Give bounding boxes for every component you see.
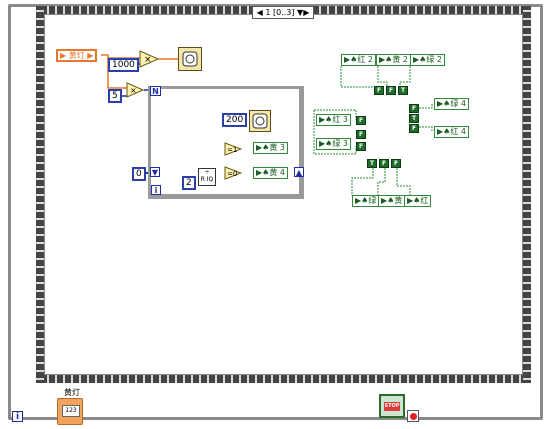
bool-false-7[interactable]: F — [379, 159, 389, 168]
bool-false-2[interactable]: F — [386, 86, 396, 95]
shift-register-right: ▲ — [294, 167, 304, 177]
multiply-icon[interactable]: × — [139, 50, 159, 68]
property-green[interactable]: ▶♠绿 — [352, 195, 380, 207]
bool-false-4b[interactable]: F — [356, 142, 366, 151]
numeric-display: 123 — [62, 405, 80, 417]
constant-5[interactable]: 5 — [108, 89, 122, 103]
stop-button[interactable]: STOP — [379, 394, 405, 418]
for-loop-index-terminal: i — [151, 185, 161, 195]
equal-1-icon[interactable]: =1 — [224, 142, 242, 156]
wire-layer — [101, 54, 433, 196]
svg-text:=1: =1 — [227, 146, 237, 154]
light-control-label: 黄灯 — [64, 388, 80, 397]
bool-true-2[interactable]: T — [409, 114, 419, 123]
bool-false-8[interactable]: F — [391, 159, 401, 168]
property-red[interactable]: ▶♠红 — [404, 195, 432, 207]
wait-ms-icon[interactable] — [178, 47, 202, 71]
bool-false-5[interactable]: F — [409, 104, 419, 113]
loop-condition-terminal[interactable] — [407, 410, 419, 422]
bool-false-3[interactable]: F — [356, 116, 366, 125]
property-green-4[interactable]: ▶♠绿 4 — [434, 98, 469, 110]
property-red-2[interactable]: ▶♠红 2 — [341, 54, 376, 66]
property-yellow-3[interactable]: ▶♠黄 3 — [253, 142, 288, 154]
wait-ms-icon-2[interactable] — [249, 110, 271, 132]
constant-200[interactable]: 200 — [222, 113, 248, 127]
stop-button-label: STOP — [384, 402, 400, 411]
equal-0-icon[interactable]: =0 — [224, 166, 242, 180]
light-reference-node[interactable]: ▶ 黄灯 ▶ — [56, 49, 98, 62]
bool-true-1[interactable]: T — [398, 86, 408, 95]
property-green-3[interactable]: ▶♠绿 3 — [316, 138, 351, 150]
bool-false-4[interactable]: F — [356, 130, 366, 139]
stop-if-true-icon — [410, 413, 417, 420]
svg-text:=0: =0 — [227, 170, 237, 178]
property-yellow[interactable]: ▶♠黄 — [378, 195, 406, 207]
light-numeric-control[interactable]: 123 — [57, 398, 83, 425]
property-yellow-4[interactable]: ▶♠黄 4 — [253, 167, 288, 179]
bool-true-3[interactable]: T — [367, 159, 377, 168]
for-loop-count-terminal[interactable]: N — [150, 86, 161, 96]
multiply-icon-2[interactable]: × — [126, 82, 144, 98]
bool-false-1[interactable]: F — [374, 86, 384, 95]
property-red-3[interactable]: ▶♠红 3 — [316, 114, 351, 126]
svg-text:×: × — [144, 55, 152, 65]
bool-false-6[interactable]: F — [409, 124, 419, 133]
constant-1000[interactable]: 1000 — [108, 58, 139, 72]
property-green-2[interactable]: ▶♠绿 2 — [410, 54, 445, 66]
shift-register-left: ▼ — [150, 167, 160, 177]
svg-text:×: × — [130, 86, 137, 95]
property-red-4[interactable]: ▶♠红 4 — [434, 126, 469, 138]
constant-0[interactable]: 0 — [132, 167, 146, 181]
while-loop-index-terminal: i — [12, 411, 23, 422]
quotient-remainder-icon[interactable]: ÷ R IQ — [198, 168, 216, 186]
constant-2[interactable]: 2 — [182, 176, 196, 190]
property-yellow-2[interactable]: ▶♠黄 2 — [376, 54, 411, 66]
